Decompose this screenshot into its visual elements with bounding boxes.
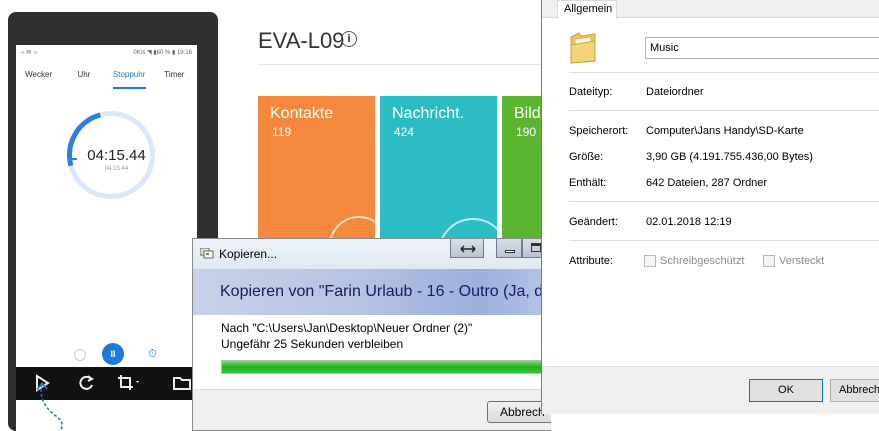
status-icons-left: ⌁ ✉ ☼ bbox=[21, 50, 39, 56]
clock-tabs: Wecker Uhr Stoppuhr Timer bbox=[16, 67, 197, 89]
ok-button[interactable]: OK bbox=[749, 379, 823, 402]
divider bbox=[569, 240, 879, 241]
tile-label: Kontakte bbox=[270, 105, 334, 122]
tile-count: 190 bbox=[516, 125, 537, 139]
hidden-checkbox[interactable] bbox=[763, 255, 775, 267]
restore-button[interactable] bbox=[450, 239, 484, 258]
stopwatch-time: 04:15.44 bbox=[87, 147, 146, 164]
properties-tabstrip: Allgemein bbox=[542, 0, 879, 19]
phone-screen: ⌁ ✉ ☼ 0K/s ◥ ▮60 % ▮ 19:16 Wecker Uhr St… bbox=[16, 45, 197, 431]
tile-messages[interactable]: Nachricht. 424 bbox=[380, 96, 497, 256]
stopwatch-controls: II ⏱ bbox=[16, 343, 197, 367]
resize-icon bbox=[460, 245, 476, 253]
copy-dialog-title: Kopieren... bbox=[219, 247, 278, 261]
tab-stoppuhr[interactable]: Stoppuhr bbox=[107, 67, 152, 89]
tile-contacts[interactable]: Kontakte 119 bbox=[258, 96, 375, 256]
tile-count: 119 bbox=[272, 125, 292, 139]
divider bbox=[258, 64, 558, 65]
location-label: Speicherort: bbox=[569, 125, 629, 137]
tile-label: Nachricht. bbox=[392, 105, 465, 122]
size-label: Größe: bbox=[569, 151, 604, 163]
contains-label: Enthält: bbox=[569, 177, 607, 189]
stopwatch-lap-time: 04:15.44 bbox=[104, 166, 129, 172]
folder-icon bbox=[570, 32, 596, 64]
divider bbox=[569, 201, 879, 202]
window-buttons bbox=[450, 239, 550, 259]
status-icons-right: 0K/s ◥ ▮60 % ▮ 19:16 bbox=[133, 50, 192, 56]
copy-icon bbox=[200, 248, 214, 259]
folder-name-field[interactable]: Music bbox=[645, 37, 879, 59]
properties-dialog: Allgemein Music Dateityp: Dateiordner Sp… bbox=[541, 0, 879, 414]
tab-timer[interactable]: Timer bbox=[152, 67, 197, 89]
contains-value: 642 Dateien, 287 Ordner bbox=[646, 177, 768, 189]
copy-dialog-footer: Abbrech bbox=[193, 389, 601, 430]
modified-label: Geändert: bbox=[569, 216, 618, 228]
minimize-icon bbox=[505, 250, 515, 253]
device-title: EVA-L09 bbox=[258, 28, 345, 53]
tab-wecker[interactable]: Wecker bbox=[16, 67, 61, 89]
copy-dialog-banner: Kopieren von "Farin Urlaub - 16 - Outro … bbox=[193, 269, 601, 315]
divider bbox=[569, 72, 879, 73]
maximize-icon bbox=[531, 243, 541, 252]
minimize-button[interactable] bbox=[496, 239, 522, 258]
refresh-icon[interactable] bbox=[76, 373, 96, 393]
copy-progress-fill bbox=[222, 361, 544, 373]
copy-progress-bar bbox=[221, 360, 551, 374]
crop-icon[interactable] bbox=[116, 373, 142, 393]
size-value: 3,90 GB (4.191.755.436,00 Bytes) bbox=[646, 151, 813, 163]
tab-allgemein[interactable]: Allgemein bbox=[557, 0, 617, 19]
copy-dialog-titlebar[interactable]: Kopieren... bbox=[193, 239, 601, 269]
modified-value: 02.01.2018 12:19 bbox=[646, 216, 732, 228]
reset-button[interactable] bbox=[74, 349, 86, 361]
location-value: Computer\Jans Handy\SD-Karte bbox=[646, 125, 804, 137]
copy-heading: Kopieren von "Farin Urlaub - 16 - Outro … bbox=[220, 283, 553, 300]
hidden-checkbox-label: Versteckt bbox=[779, 255, 825, 267]
info-icon[interactable]: i bbox=[341, 31, 357, 47]
tab-uhr[interactable]: Uhr bbox=[61, 67, 106, 89]
copy-time-remaining: Ungefähr 25 Sekunden verbleiben bbox=[221, 337, 404, 351]
type-value: Dateiordner bbox=[646, 86, 704, 98]
type-label: Dateityp: bbox=[569, 86, 613, 98]
folder-icon[interactable] bbox=[172, 373, 192, 393]
phone-status-bar: ⌁ ✉ ☼ 0K/s ◥ ▮60 % ▮ 19:16 bbox=[16, 45, 197, 61]
pause-button[interactable]: II bbox=[102, 343, 124, 365]
annotation-arrow bbox=[36, 381, 63, 431]
readonly-checkbox[interactable] bbox=[644, 255, 656, 267]
copy-destination: Nach "C:\Users\Jan\Desktop\Neuer Ordner … bbox=[221, 321, 473, 335]
lap-button[interactable]: ⏱ bbox=[146, 348, 159, 361]
attributes-label: Attribute: bbox=[569, 255, 614, 267]
divider bbox=[569, 110, 879, 111]
tile-label: Bild bbox=[514, 105, 541, 122]
readonly-checkbox-label: Schreibgeschützt bbox=[660, 255, 745, 267]
properties-footer: OK Abbrech bbox=[542, 366, 879, 414]
properties-bottom-edge bbox=[551, 414, 879, 431]
cancel-button[interactable]: Abbrech bbox=[830, 379, 879, 402]
tile-count: 424 bbox=[394, 125, 415, 139]
